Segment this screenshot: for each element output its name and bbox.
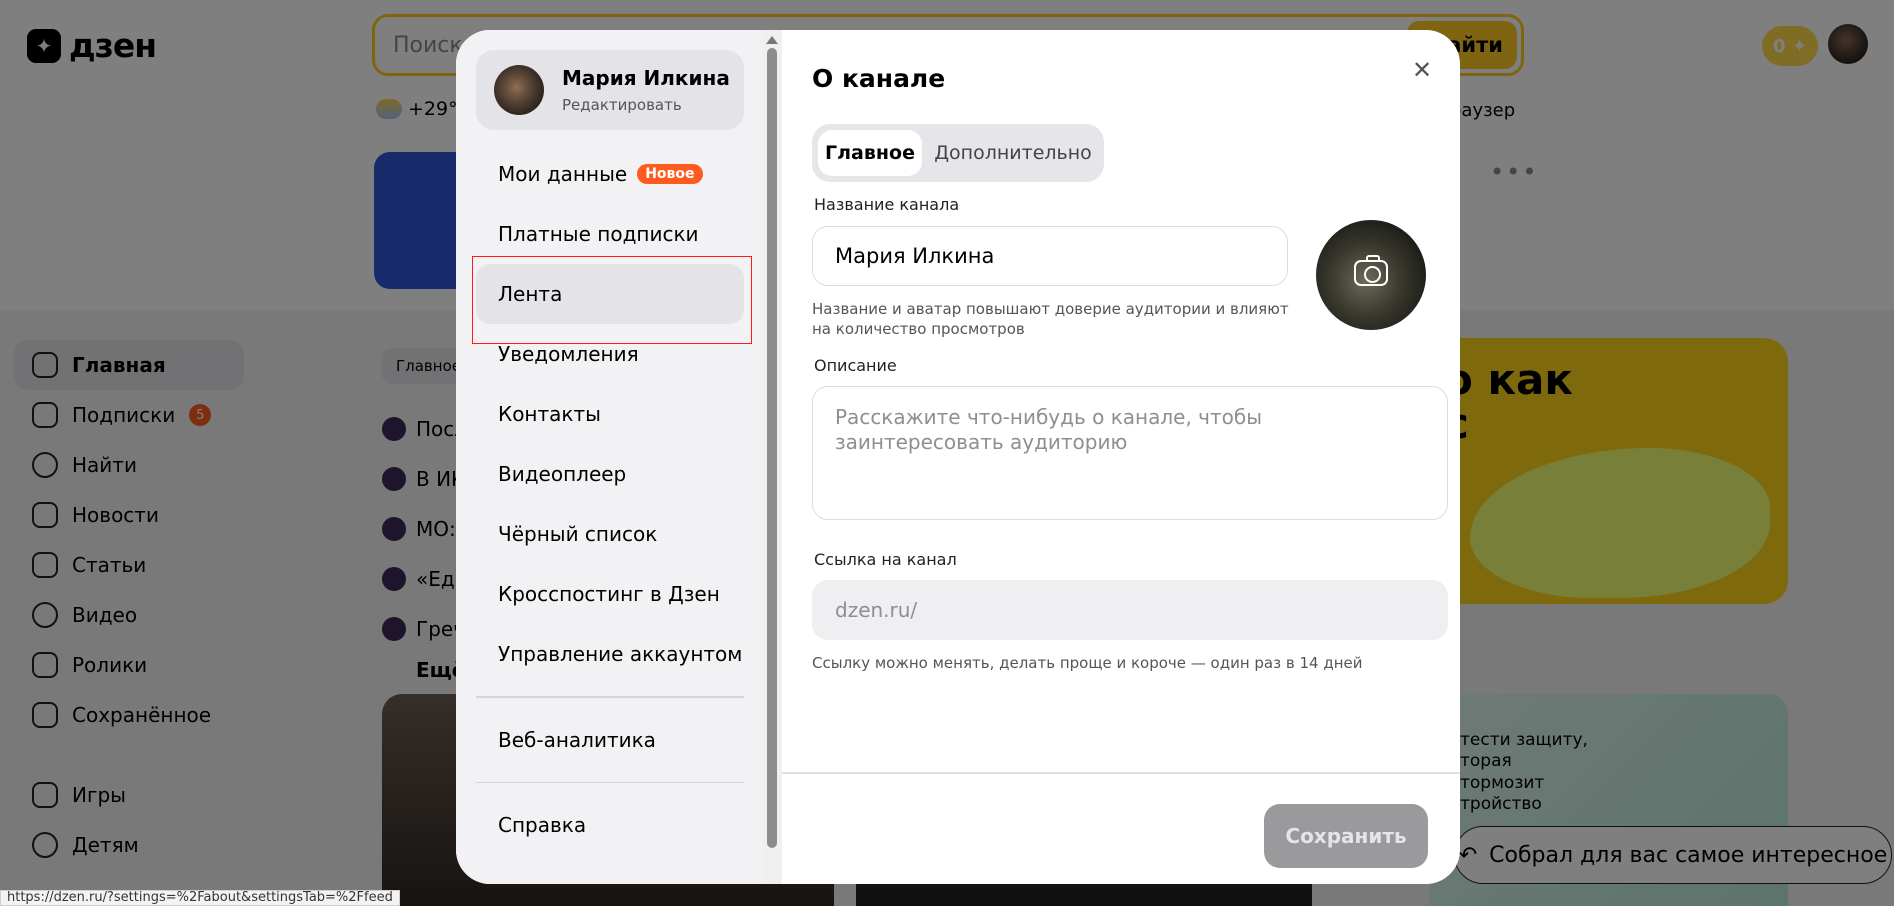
menu-item-label: Платные подписки (498, 222, 699, 246)
scroll-up-icon[interactable] (766, 36, 778, 44)
status-url: https://dzen.ru/?settings=%2Fabout&setti… (0, 890, 400, 906)
panel-title: О канале (812, 64, 946, 93)
channel-avatar-upload[interactable] (1316, 220, 1426, 330)
tab-additional[interactable]: Дополнительно (928, 130, 1098, 176)
menu-divider (476, 696, 744, 698)
selection-highlight (472, 256, 752, 344)
menu-item-label: Веб-аналитика (498, 727, 656, 752)
footer-divider (782, 772, 1460, 774)
profile-name: Мария Илкина (562, 66, 730, 90)
settings-modal: Мария Илкина Редактировать Мои данные Но… (456, 30, 1460, 884)
settings-menu: Мои данные Новое Платные подписки Лента … (476, 144, 744, 855)
menu-item-label: Мои данные (498, 162, 628, 186)
menu-item-label: Контакты (498, 402, 601, 426)
close-icon[interactable]: ✕ (1412, 56, 1432, 84)
profile-card[interactable]: Мария Илкина Редактировать (476, 50, 744, 130)
menu-item-video-player[interactable]: Видеоплеер (476, 444, 744, 504)
profile-edit-link[interactable]: Редактировать (562, 96, 682, 114)
menu-item-label: Видеоплеер (498, 462, 627, 486)
about-channel-panel: О канале ✕ Главное Дополнительно Названи… (782, 30, 1460, 884)
sidebar-scrollbar[interactable] (762, 30, 782, 884)
channel-link-hint: Ссылку можно менять, делать проще и коро… (812, 654, 1363, 672)
settings-sidebar: Мария Илкина Редактировать Мои данные Но… (456, 30, 762, 884)
menu-item-label: Чёрный список (498, 522, 658, 546)
camera-icon (1354, 255, 1388, 286)
menu-item-crossposting[interactable]: Кросспостинг в Дзен (476, 564, 744, 624)
menu-item-label: Управление аккаунтом (498, 642, 743, 666)
scroll-thumb[interactable] (767, 48, 777, 848)
save-button[interactable]: Сохранить (1264, 804, 1428, 868)
menu-divider (476, 781, 744, 783)
menu-item-help[interactable]: Справка (476, 795, 744, 855)
menu-item-blacklist[interactable]: Чёрный список (476, 504, 744, 564)
tab-switcher: Главное Дополнительно (812, 124, 1104, 182)
channel-name-hint: Название и аватар повышают доверие аудит… (812, 300, 1289, 338)
tab-main[interactable]: Главное (818, 130, 922, 176)
menu-item-contacts[interactable]: Контакты (476, 384, 744, 444)
menu-item-paid-subscriptions[interactable]: Платные подписки (476, 204, 744, 264)
menu-item-label: Кросспостинг в Дзен (498, 582, 720, 606)
menu-item-account-management[interactable]: Управление аккаунтом (476, 624, 744, 684)
menu-item-label: Уведомления (498, 342, 639, 366)
menu-item-label: Справка (498, 813, 587, 837)
profile-avatar (494, 65, 544, 115)
description-textarea[interactable]: Расскажите что-нибудь о канале, чтобы за… (812, 386, 1448, 520)
menu-item-web-analytics[interactable]: Веб-аналитика (476, 710, 744, 770)
new-badge: Новое (637, 164, 703, 184)
channel-link-label: Ссылка на канал (814, 550, 957, 569)
channel-name-input[interactable]: Мария Илкина (812, 226, 1288, 286)
description-label: Описание (814, 356, 897, 375)
channel-link-input[interactable]: dzen.ru/ (812, 580, 1448, 640)
menu-item-my-data[interactable]: Мои данные Новое (476, 144, 744, 204)
channel-name-label: Название канала (814, 195, 960, 214)
